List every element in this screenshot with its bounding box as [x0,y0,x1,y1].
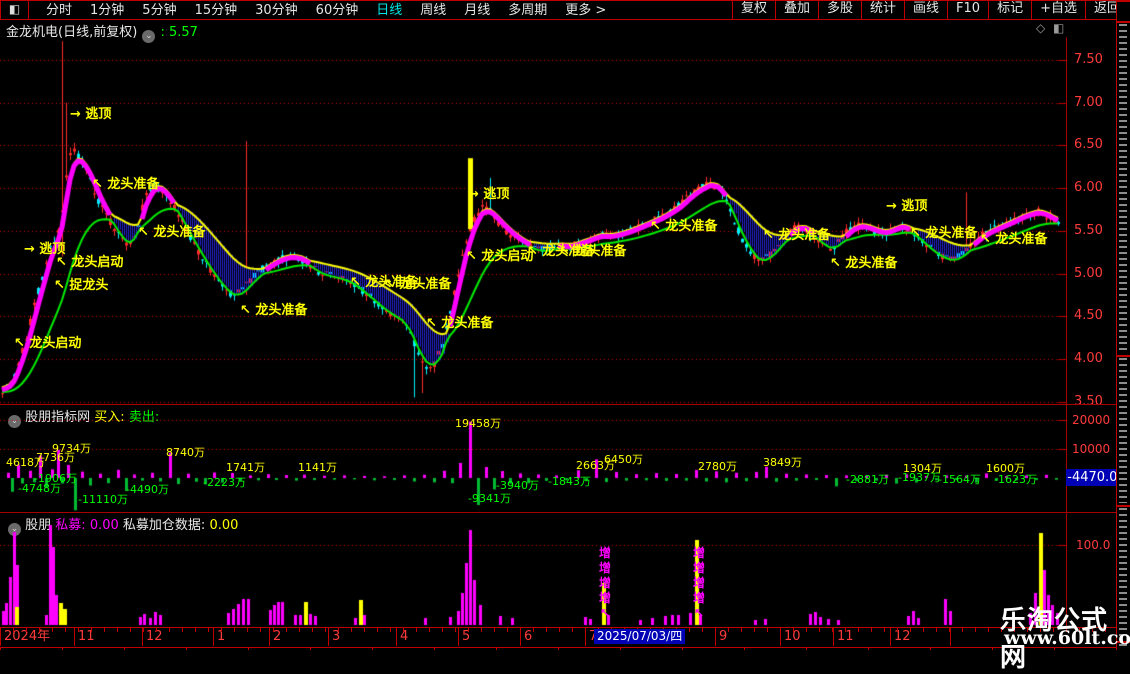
top-toolbar: ◧ 分时 1分钟 5分钟 15分钟 30分钟 60分钟 日线 周线 月线 多周期 更多 > 复权 叠加… [0,0,1129,20]
signal-annotation: ↖ 龙头准备 [559,244,627,259]
signal-annotation: ↖ 龙头准备 [92,177,160,192]
signal-annotation: ↖ 龙头准备 [830,256,898,271]
tab-分时[interactable]: 分时 [37,2,81,19]
flow-value-label: 3849万 [763,456,802,469]
signal-annotation: ↖ 龙头准备 [650,219,718,234]
tab-日线[interactable]: 日线 [367,2,411,19]
flow-value-label: -1564万 [938,473,981,486]
tab-5分钟[interactable]: 5分钟 [133,2,185,19]
right-strip-divider [1117,505,1130,507]
toolbar-button-标记[interactable]: 标记 [988,1,1031,19]
flow-value-label: -1906万 [34,472,77,485]
signal-annotation: ↖ 龙头准备 [384,277,452,292]
signal-annotation: ↖ 龙头准备 [240,303,308,318]
price-axis-line [1066,37,1067,627]
right-sidebar-strip[interactable] [1116,0,1130,650]
flow-value-label: -2223万 [203,476,246,489]
flow-value-label: -1843万 [548,475,591,488]
flow-value-label: 1741万 [226,461,265,474]
toolbar-button-画线[interactable]: 画线 [904,1,947,19]
signal-annotation: → 逃顶 [70,107,112,122]
signal-annotation: ↖ 龙头启动 [14,336,82,351]
flow-value-label: 6450万 [604,453,643,466]
toolbar-buttons: 复权 叠加 多股 统计 画线 F10 标记 +自选 返回 [731,1,1129,19]
tab-30分钟[interactable]: 30分钟 [246,2,307,19]
flow-value-label: -2881万 [846,473,889,486]
flow-value-label: -4490万 [126,483,169,496]
signal-annotation: ↖ 龙头准备 [763,228,831,243]
signal-annotation: → 逃顶 [468,187,510,202]
tab-周线[interactable]: 周线 [411,2,455,19]
bottom-axis-label: 100.0 [1076,538,1111,552]
tab-1分钟[interactable]: 1分钟 [81,2,133,19]
flow-value-label: -3940万 [496,479,539,492]
tab-月线[interactable]: 月线 [455,2,499,19]
middle-tick-20000: 20000 [1072,413,1111,427]
tab-更多 >[interactable]: 更多 > [556,2,615,19]
toolbar-button-多股[interactable]: 多股 [817,1,861,19]
flow-value-label: 8740万 [166,446,205,459]
tab-15分钟[interactable]: 15分钟 [186,2,247,19]
signal-annotation: ↖ 龙头准备 [426,316,494,331]
selected-date-box: 2025/07/03/四 [594,629,686,644]
right-strip-divider [1117,0,1130,2]
toolbar-button-叠加[interactable]: 叠加 [774,1,818,19]
signal-annotation: ↖ 龙头启动 [466,249,534,264]
toolbar-button-统计[interactable]: 统计 [861,1,904,19]
toolbar-button-复权[interactable]: 复权 [731,1,775,19]
signal-annotation: ↖ 龙头准备 [980,232,1048,247]
flow-value-label: -1623万 [994,473,1037,486]
toolbar-button-+自选[interactable]: +自选 [1031,1,1085,19]
right-strip-divider [1117,21,1130,23]
flow-value-label: -11110万 [78,493,128,506]
right-strip-section[interactable] [1119,24,1127,354]
right-strip-section[interactable] [1119,358,1127,503]
date-axis-ticks [0,628,1116,632]
signal-annotation: ↖ 捉龙头 [54,278,109,293]
tab-60分钟[interactable]: 60分钟 [307,2,368,19]
main-chart-canvas[interactable] [0,37,1066,404]
middle-tick-10000: 10000 [1072,442,1111,456]
flow-value-label: -9341万 [468,492,511,505]
flow-value-label: 7736万 [36,451,75,464]
flow-value-label: 1141万 [298,461,337,474]
signal-annotation: ↖ 龙头准备 [138,225,206,240]
split-window-icon[interactable]: ◧ [0,1,29,19]
panel-layout-icon[interactable]: ◧ [1053,21,1064,35]
signal-annotation: ↖ 龙头启动 [56,255,124,270]
flow-value-label: 19458万 [455,417,501,430]
watermark-site-url: www.60lt.com [1004,627,1130,649]
toolbar-button-F10[interactable]: F10 [947,1,988,19]
period-tabs: 分时 1分钟 5分钟 15分钟 30分钟 60分钟 日线 周线 月线 多周期 更多 > [29,1,732,19]
zeng-signal-column: 增增增增 ↖ [598,546,611,620]
signal-annotation: → 逃顶 [886,199,928,214]
right-strip-divider [1117,355,1130,357]
bottom-panel-canvas[interactable] [0,513,1066,627]
signal-annotation: ↖ 龙头准备 [910,226,978,241]
flow-value-label: -1937万 [898,471,941,484]
zeng-signal-column: 增增增增 ↖ [692,546,705,620]
flow-value-label: 2780万 [698,460,737,473]
diamond-icon[interactable]: ◇ [1036,21,1045,35]
tab-多周期[interactable]: 多周期 [499,2,556,19]
